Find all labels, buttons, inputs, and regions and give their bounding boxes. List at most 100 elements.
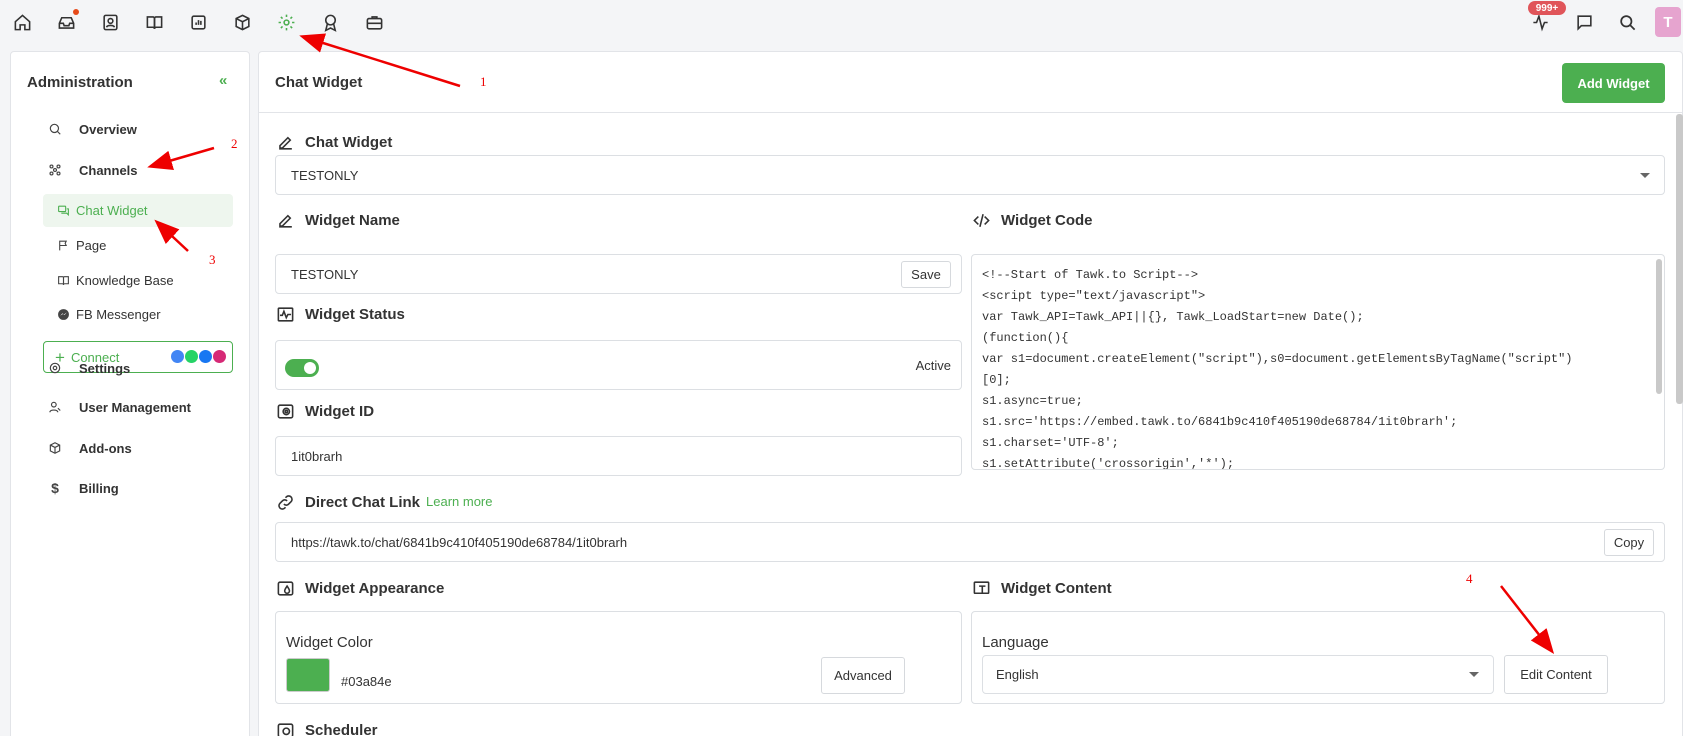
sidebar-subitem-label: Knowledge Base: [76, 272, 174, 288]
main-header: Chat Widget Add Widget: [259, 52, 1683, 113]
user-avatar[interactable]: T: [1655, 7, 1681, 37]
page-title: Chat Widget: [275, 74, 363, 91]
sidebar-subitem-fb-messenger[interactable]: FB Messenger: [56, 303, 161, 325]
reports-icon[interactable]: [187, 11, 209, 33]
widget-select[interactable]: TESTONLY: [275, 155, 1665, 195]
direct-chat-link-label: Direct Chat Link: [275, 492, 420, 512]
knowledge-book-icon[interactable]: [143, 11, 165, 33]
widget-name-value: TESTONLY: [291, 267, 359, 282]
code-line: s1.async=true;: [982, 394, 1083, 408]
widget-id-value: 1it0brarh: [291, 449, 343, 464]
edit-content-button[interactable]: Edit Content: [1504, 655, 1608, 694]
language-select[interactable]: English: [982, 655, 1494, 694]
home-icon[interactable]: [11, 11, 33, 33]
code-line: var Tawk_API=Tawk_API||{}, Tawk_LoadStar…: [982, 310, 1364, 324]
sidebar-item-label: Channels: [79, 162, 138, 178]
main-scrollbar[interactable]: [1676, 114, 1683, 404]
inbox-icon[interactable]: [55, 9, 79, 33]
direct-link-value: https://tawk.to/chat/6841b9c410f405190de…: [291, 535, 628, 550]
status-pulse-icon: [275, 304, 295, 324]
sidebar-item-label: Add-ons: [79, 440, 132, 456]
code-line: s1.setAttribute('crossorigin','*');: [982, 457, 1235, 470]
section-label-text: Widget Content: [1001, 579, 1112, 597]
book-icon: [56, 273, 70, 287]
widget-name-field[interactable]: TESTONLY Save: [275, 254, 962, 294]
messenger-brand-icon: [199, 350, 212, 363]
sidebar-item-label: Settings: [79, 360, 131, 376]
widget-appearance-box: Widget Color #03a84e Advanced: [275, 611, 962, 704]
settings-gear-icon[interactable]: [275, 11, 297, 33]
code-line: s1.src='https://embed.tawk.to/6841b9c410…: [982, 415, 1458, 429]
notification-count-badge: 999+: [1528, 1, 1566, 15]
connect-brand-icons: [171, 350, 226, 363]
fingerprint-icon: [275, 401, 295, 421]
sidebar-item-addons[interactable]: Add-ons: [47, 437, 132, 459]
code-lines: <!--Start of Tawk.to Script--> <script t…: [982, 265, 1642, 470]
direct-link-field[interactable]: https://tawk.to/chat/6841b9c410f405190de…: [275, 522, 1665, 562]
google-icon: [171, 350, 184, 363]
widget-code-box[interactable]: <!--Start of Tawk.to Script--> <script t…: [971, 254, 1665, 470]
widget-color-swatch[interactable]: [286, 658, 330, 692]
chat-bubble-icon[interactable]: [1573, 11, 1595, 33]
status-toggle[interactable]: [285, 359, 319, 377]
widget-color-value: #03a84e: [341, 674, 392, 689]
settings-icon: [47, 360, 63, 376]
overview-icon: [47, 121, 63, 137]
award-icon[interactable]: [319, 11, 341, 33]
dollar-icon: $: [51, 480, 59, 496]
main-panel: Chat Widget Add Widget Chat Widget TESTO…: [258, 51, 1683, 736]
annotation-label: 2: [231, 136, 238, 151]
sidebar-item-label: Billing: [79, 480, 119, 496]
widget-name-label: Widget Name: [275, 210, 400, 230]
sidebar-item-settings[interactable]: Settings: [47, 357, 130, 379]
learn-more-link[interactable]: Learn more: [426, 494, 492, 509]
instagram-icon: [213, 350, 226, 363]
text-content-icon: [971, 578, 991, 598]
messenger-icon: [56, 307, 70, 321]
widget-code-label: Widget Code: [971, 210, 1093, 230]
chevron-down-icon: [1640, 173, 1650, 178]
contacts-icon[interactable]: [99, 11, 121, 33]
collapse-sidebar-icon[interactable]: «: [219, 72, 227, 89]
sidebar-subitem-knowledge-base[interactable]: Knowledge Base: [56, 269, 174, 291]
whatsapp-icon: [185, 350, 198, 363]
flag-icon: [56, 238, 70, 252]
code-line: (function(){: [982, 331, 1069, 345]
code-scrollbar[interactable]: [1656, 259, 1662, 394]
advanced-button[interactable]: Advanced: [821, 657, 905, 694]
widget-select-value: TESTONLY: [291, 168, 359, 183]
sidebar-item-billing[interactable]: $ Billing: [47, 477, 119, 499]
sidebar-subitem-chat-widget[interactable]: Chat Widget: [56, 199, 148, 221]
section-label-text: Chat Widget: [305, 133, 393, 151]
code-line: <!--Start of Tawk.to Script-->: [982, 268, 1199, 282]
search-icon[interactable]: [1616, 11, 1638, 33]
save-button[interactable]: Save: [901, 261, 951, 288]
widget-status-label: Widget Status: [275, 304, 405, 324]
sidebar-item-channels[interactable]: Channels: [47, 159, 138, 181]
widget-appearance-label: Widget Appearance: [275, 578, 444, 598]
annotation-label: 3: [209, 252, 216, 267]
annotation-label: 1: [480, 74, 487, 89]
box-icon[interactable]: [231, 11, 253, 33]
language-select-value: English: [996, 667, 1039, 682]
sidebar-item-overview[interactable]: Overview: [47, 118, 137, 140]
widget-status-box: Active: [275, 340, 962, 390]
admin-sidebar: Administration « Overview Channels Chat …: [10, 51, 250, 736]
sidebar-item-label: User Management: [79, 399, 191, 415]
briefcase-icon[interactable]: [363, 11, 385, 33]
sidebar-item-user-management[interactable]: User Management: [47, 396, 191, 418]
copy-button[interactable]: Copy: [1604, 529, 1654, 556]
widget-color-label: Widget Color: [286, 634, 373, 651]
widget-id-field[interactable]: 1it0brarh: [275, 436, 962, 476]
section-label-text: Scheduler: [305, 721, 378, 736]
add-widget-button[interactable]: Add Widget: [1562, 63, 1665, 103]
section-label-text: Widget Status: [305, 305, 405, 323]
chevron-down-icon: [1469, 672, 1479, 677]
notification-dot: [73, 9, 79, 15]
widget-content-label: Widget Content: [971, 578, 1112, 598]
code-line: [0];: [982, 373, 1011, 387]
sidebar-subitem-page[interactable]: Page: [56, 234, 106, 256]
section-label-text: Widget Code: [1001, 211, 1093, 229]
chat-widget-section-label: Chat Widget: [275, 132, 392, 152]
channels-icon: [47, 162, 63, 178]
